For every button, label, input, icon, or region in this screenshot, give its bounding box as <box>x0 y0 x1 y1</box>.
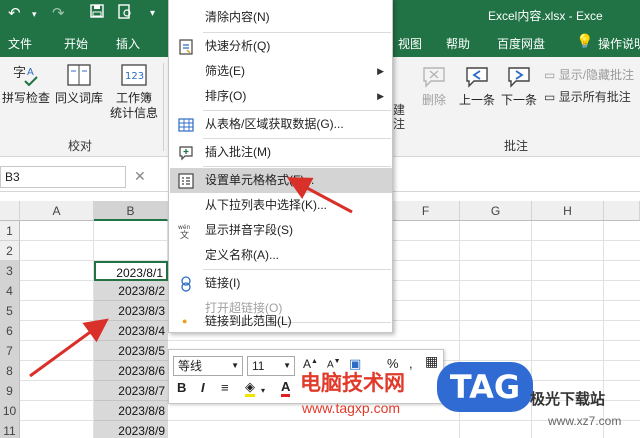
watermark-tag-logo: TAG <box>437 362 533 412</box>
watermark-site-cn: 极光下载站 <box>530 391 606 408</box>
watermark-site-url: www.tagxp.com <box>302 400 401 416</box>
watermark-site-name: 电脑技术网 <box>300 371 405 395</box>
arrow-to-format-cells <box>286 177 353 214</box>
watermark-site-url-2: www.xz7.com <box>548 414 622 428</box>
arrow-to-cells <box>29 318 109 378</box>
